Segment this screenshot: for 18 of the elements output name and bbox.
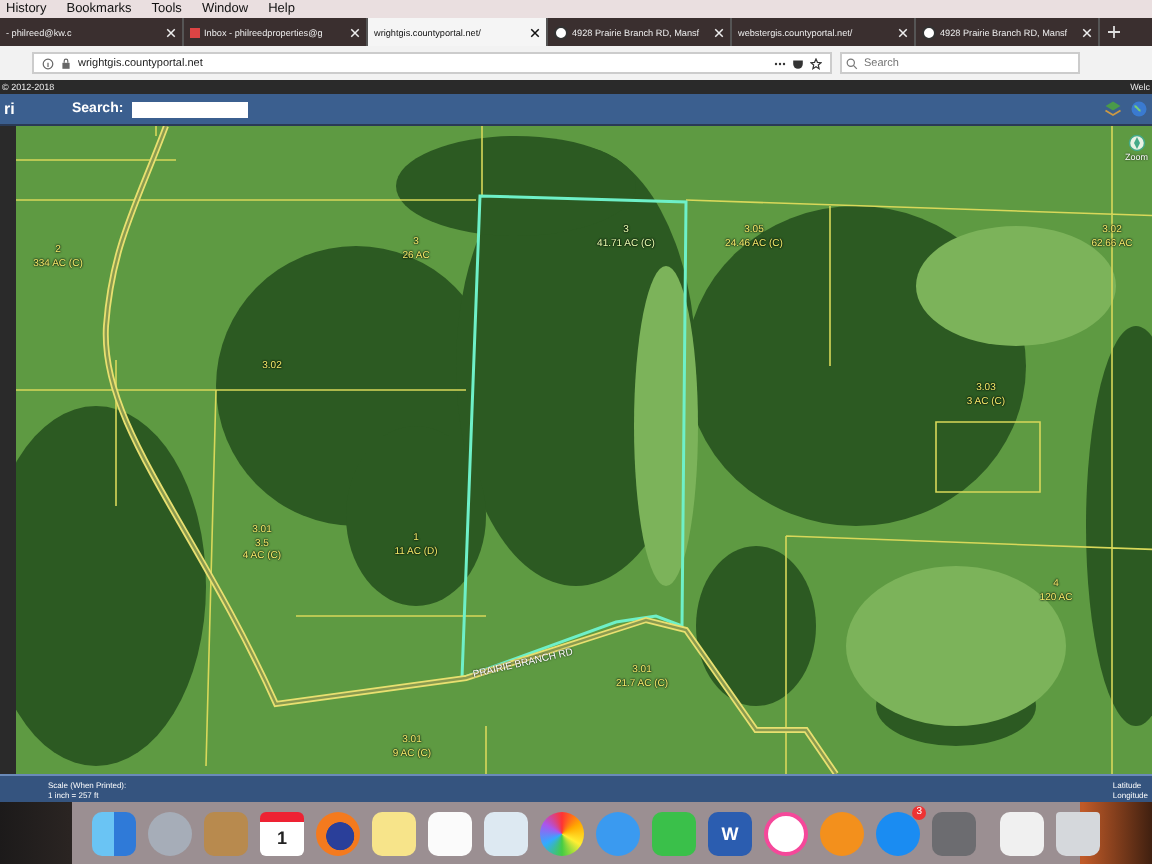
pin-icon [554,25,568,39]
shield-icon[interactable] [792,57,804,69]
calendar-icon[interactable]: 1 [260,811,304,855]
compass-icon[interactable] [1127,134,1146,152]
star-icon[interactable] [810,57,822,69]
new-tab-icon[interactable] [1108,26,1120,38]
search-input[interactable] [131,101,248,117]
envelope-icon [190,27,200,37]
lock-icon [60,57,72,69]
app-title: ri [4,100,17,118]
layers-icon[interactable] [1104,100,1122,118]
more-icon[interactable] [774,57,786,69]
info-icon[interactable] [42,57,54,69]
search-icon [846,57,858,69]
aerial-map-drawing[interactable] [16,126,1152,774]
pin-icon [922,25,936,39]
document-icon[interactable]: W [708,811,752,855]
close-icon[interactable] [530,27,540,37]
